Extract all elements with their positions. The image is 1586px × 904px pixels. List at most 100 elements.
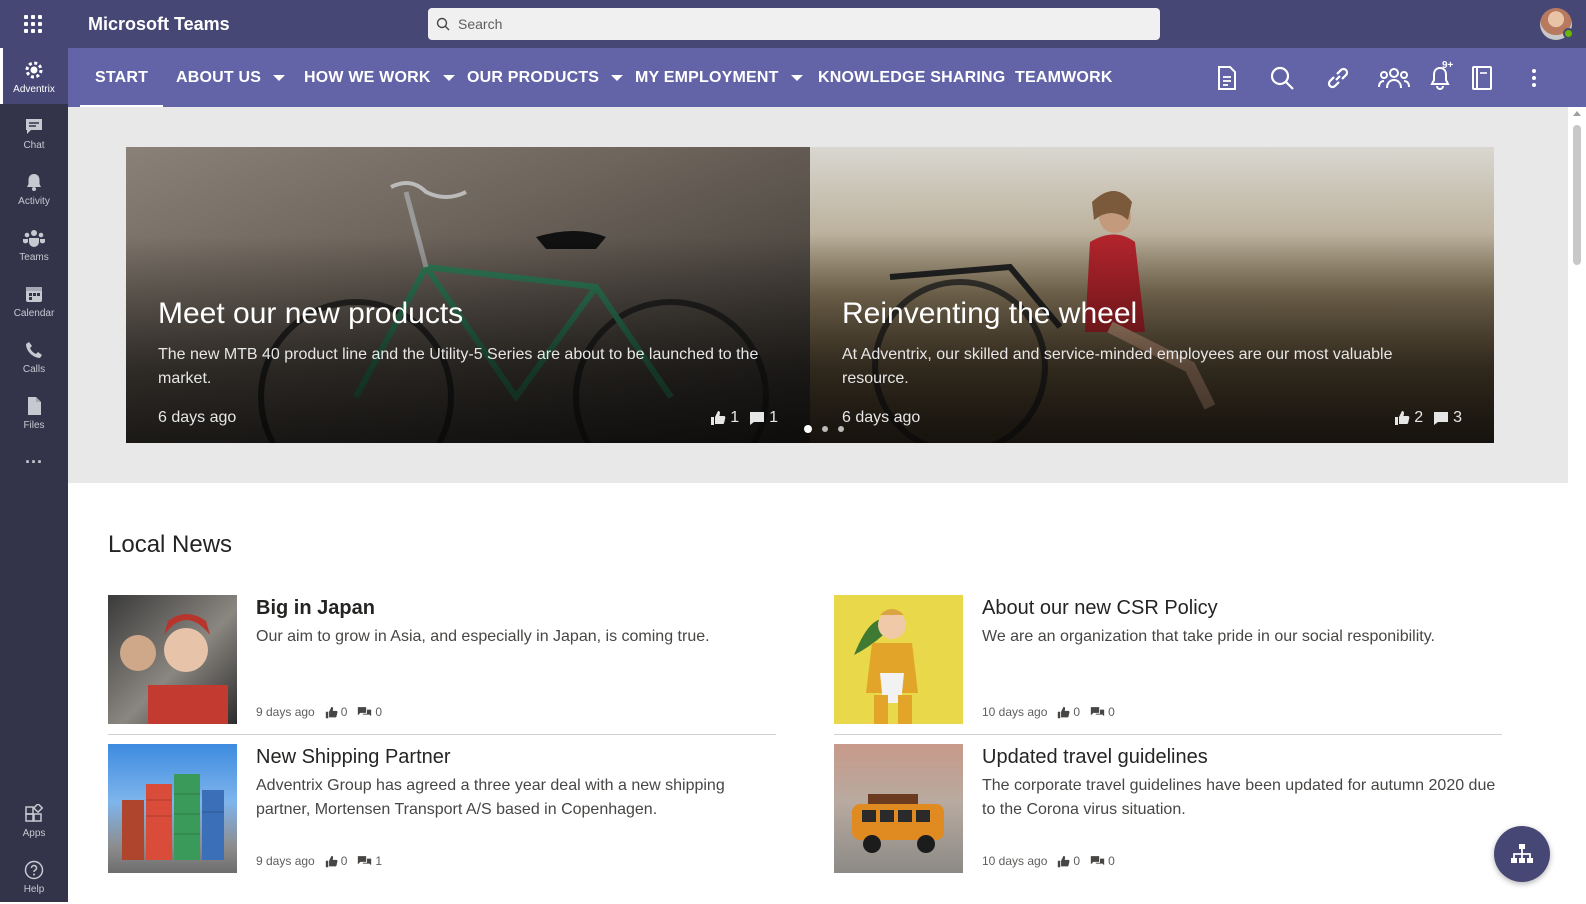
chevron-down-icon <box>790 74 803 81</box>
nav-item-teamwork[interactable]: TEAMWORK <box>1015 48 1113 107</box>
document-icon[interactable] <box>1213 64 1241 92</box>
likes-count[interactable]: 0 <box>325 705 347 719</box>
likes-value: 0 <box>1073 705 1081 719</box>
rail-item-activity[interactable]: Activity <box>0 160 68 216</box>
comments-count[interactable]: 0 <box>1090 854 1115 868</box>
slide-text: At Adventrix, our skilled and service-mi… <box>842 346 1393 387</box>
news-item[interactable]: New Shipping Partner Adventrix Group has… <box>108 744 776 884</box>
rail-item-teams[interactable]: Teams <box>0 216 68 272</box>
news-item[interactable]: Big in Japan Our aim to grow in Asia, an… <box>108 595 776 735</box>
nav-label: TEAMWORK <box>1015 68 1113 86</box>
news-item[interactable]: Updated travel guidelines The corporate … <box>834 744 1502 884</box>
comments-icon <box>358 855 372 865</box>
nav-label: ABOUT US <box>176 68 262 86</box>
scrollbar[interactable] <box>1568 107 1586 902</box>
nav-label: OUR PRODUCTS <box>467 68 600 86</box>
thumbs-up-icon <box>1395 411 1410 425</box>
scroll-up-icon[interactable] <box>1573 111 1581 116</box>
rail-item-calendar[interactable]: Calendar <box>0 272 68 328</box>
image-overlay <box>810 147 1494 443</box>
carousel-slide[interactable]: Meet our new products The new MTB 40 pro… <box>126 147 810 443</box>
carousel-dot[interactable] <box>838 426 844 432</box>
chevron-down-icon <box>442 74 455 81</box>
people-icon[interactable] <box>1378 64 1410 92</box>
comments-icon <box>1090 855 1105 865</box>
comments-count[interactable]: 0 <box>357 705 382 719</box>
likes-value: 1 <box>730 409 740 426</box>
app-title: Microsoft Teams <box>88 14 230 34</box>
nav-label: MY EMPLOYMENT <box>635 68 779 86</box>
nav-item-our-products[interactable]: OUR PRODUCTS <box>467 48 624 107</box>
nav-item-my-employment[interactable]: MY EMPLOYMENT <box>635 48 803 107</box>
news-title[interactable]: Updated travel guidelines <box>982 746 1208 769</box>
comments-count[interactable]: 3 <box>1433 409 1462 427</box>
likes-count[interactable]: 1 <box>710 409 739 427</box>
carousel-dot[interactable] <box>822 426 828 432</box>
slide-title[interactable]: Reinventing the wheel <box>842 297 1137 331</box>
thumbs-up-icon <box>1058 706 1070 718</box>
likes-count[interactable]: 0 <box>1057 854 1080 868</box>
hero-band: Meet our new products The new MTB 40 pro… <box>68 107 1568 483</box>
news-title[interactable]: About our new CSR Policy <box>982 597 1218 620</box>
likes-count[interactable]: 0 <box>1057 705 1080 719</box>
sitemap-button[interactable] <box>1494 826 1550 882</box>
comments-value: 1 <box>375 854 383 868</box>
likes-count[interactable]: 2 <box>1394 409 1423 427</box>
rail-label: Apps <box>22 828 46 839</box>
image-overlay <box>126 147 810 443</box>
news-thumbnail <box>834 595 963 724</box>
nav-item-start[interactable]: START <box>79 48 164 107</box>
rail-item-files[interactable]: Files <box>0 384 68 440</box>
file-icon <box>22 394 46 418</box>
news-text: Adventrix Group has agreed a three year … <box>256 777 725 818</box>
news-item[interactable]: About our new CSR Policy We are an organ… <box>834 595 1502 735</box>
link-icon[interactable] <box>1324 64 1352 92</box>
slide-stats: 2 3 <box>1394 409 1462 427</box>
news-thumbnail <box>834 744 963 873</box>
news-title[interactable]: Big in Japan <box>256 597 375 620</box>
sitemap-icon <box>1511 844 1533 863</box>
rail-item-apps[interactable]: Apps <box>0 792 68 848</box>
news-title[interactable]: New Shipping Partner <box>256 746 451 769</box>
news-meta: 9 days ago 0 1 <box>256 854 382 868</box>
rail-item-help[interactable]: Help <box>0 848 68 904</box>
apps-icon <box>22 802 46 826</box>
thumbs-up-icon <box>325 855 338 867</box>
news-text: We are an organization that take pride i… <box>982 628 1435 645</box>
comments-icon <box>358 706 372 716</box>
comment-icon <box>1434 412 1449 425</box>
slide-title[interactable]: Meet our new products <box>158 297 463 331</box>
search-icon[interactable] <box>1268 64 1296 92</box>
rail-label: Chat <box>23 140 45 151</box>
rail-item-calls[interactable]: Calls <box>0 328 68 384</box>
nav-item-how-we-work[interactable]: HOW WE WORK <box>304 48 455 107</box>
carousel-indicators <box>804 425 844 433</box>
news-text: Our aim to grow in Asia, and especially … <box>256 628 710 645</box>
nav-item-about-us[interactable]: ABOUT US <box>176 48 286 107</box>
bell-icon <box>22 170 46 194</box>
carousel-dot[interactable] <box>804 425 812 433</box>
comments-count[interactable]: 1 <box>749 409 778 427</box>
notification-badge: 9+ <box>1442 60 1454 71</box>
rail-label: Help <box>23 884 45 895</box>
app-launcher-icon[interactable] <box>22 13 44 35</box>
likes-count[interactable]: 0 <box>325 854 347 868</box>
bell-icon[interactable]: 9+ <box>1426 60 1454 92</box>
book-icon[interactable] <box>1468 64 1496 92</box>
more-options-icon[interactable] <box>1520 64 1548 92</box>
main-content: Meet our new products The new MTB 40 pro… <box>68 107 1568 902</box>
nav-item-knowledge-sharing[interactable]: KNOWLEDGE SHARING <box>818 48 1005 107</box>
news-thumbnail <box>108 595 237 724</box>
carousel-slide[interactable]: Reinventing the wheel At Adventrix, our … <box>810 147 1494 443</box>
search-input[interactable]: Search <box>428 8 1160 40</box>
news-date: 10 days ago <box>982 854 1048 868</box>
more-apps-icon[interactable]: ··· <box>0 444 68 484</box>
comments-count[interactable]: 1 <box>357 854 382 868</box>
slide-date: 6 days ago <box>158 409 237 426</box>
rail-item-adventrix[interactable]: Adventrix <box>0 48 68 104</box>
likes-value: 0 <box>1073 854 1081 868</box>
rail-item-chat[interactable]: Chat <box>0 104 68 160</box>
comments-count[interactable]: 0 <box>1090 705 1115 719</box>
rail-label: Calls <box>22 364 46 375</box>
scrollbar-thumb[interactable] <box>1573 125 1581 265</box>
